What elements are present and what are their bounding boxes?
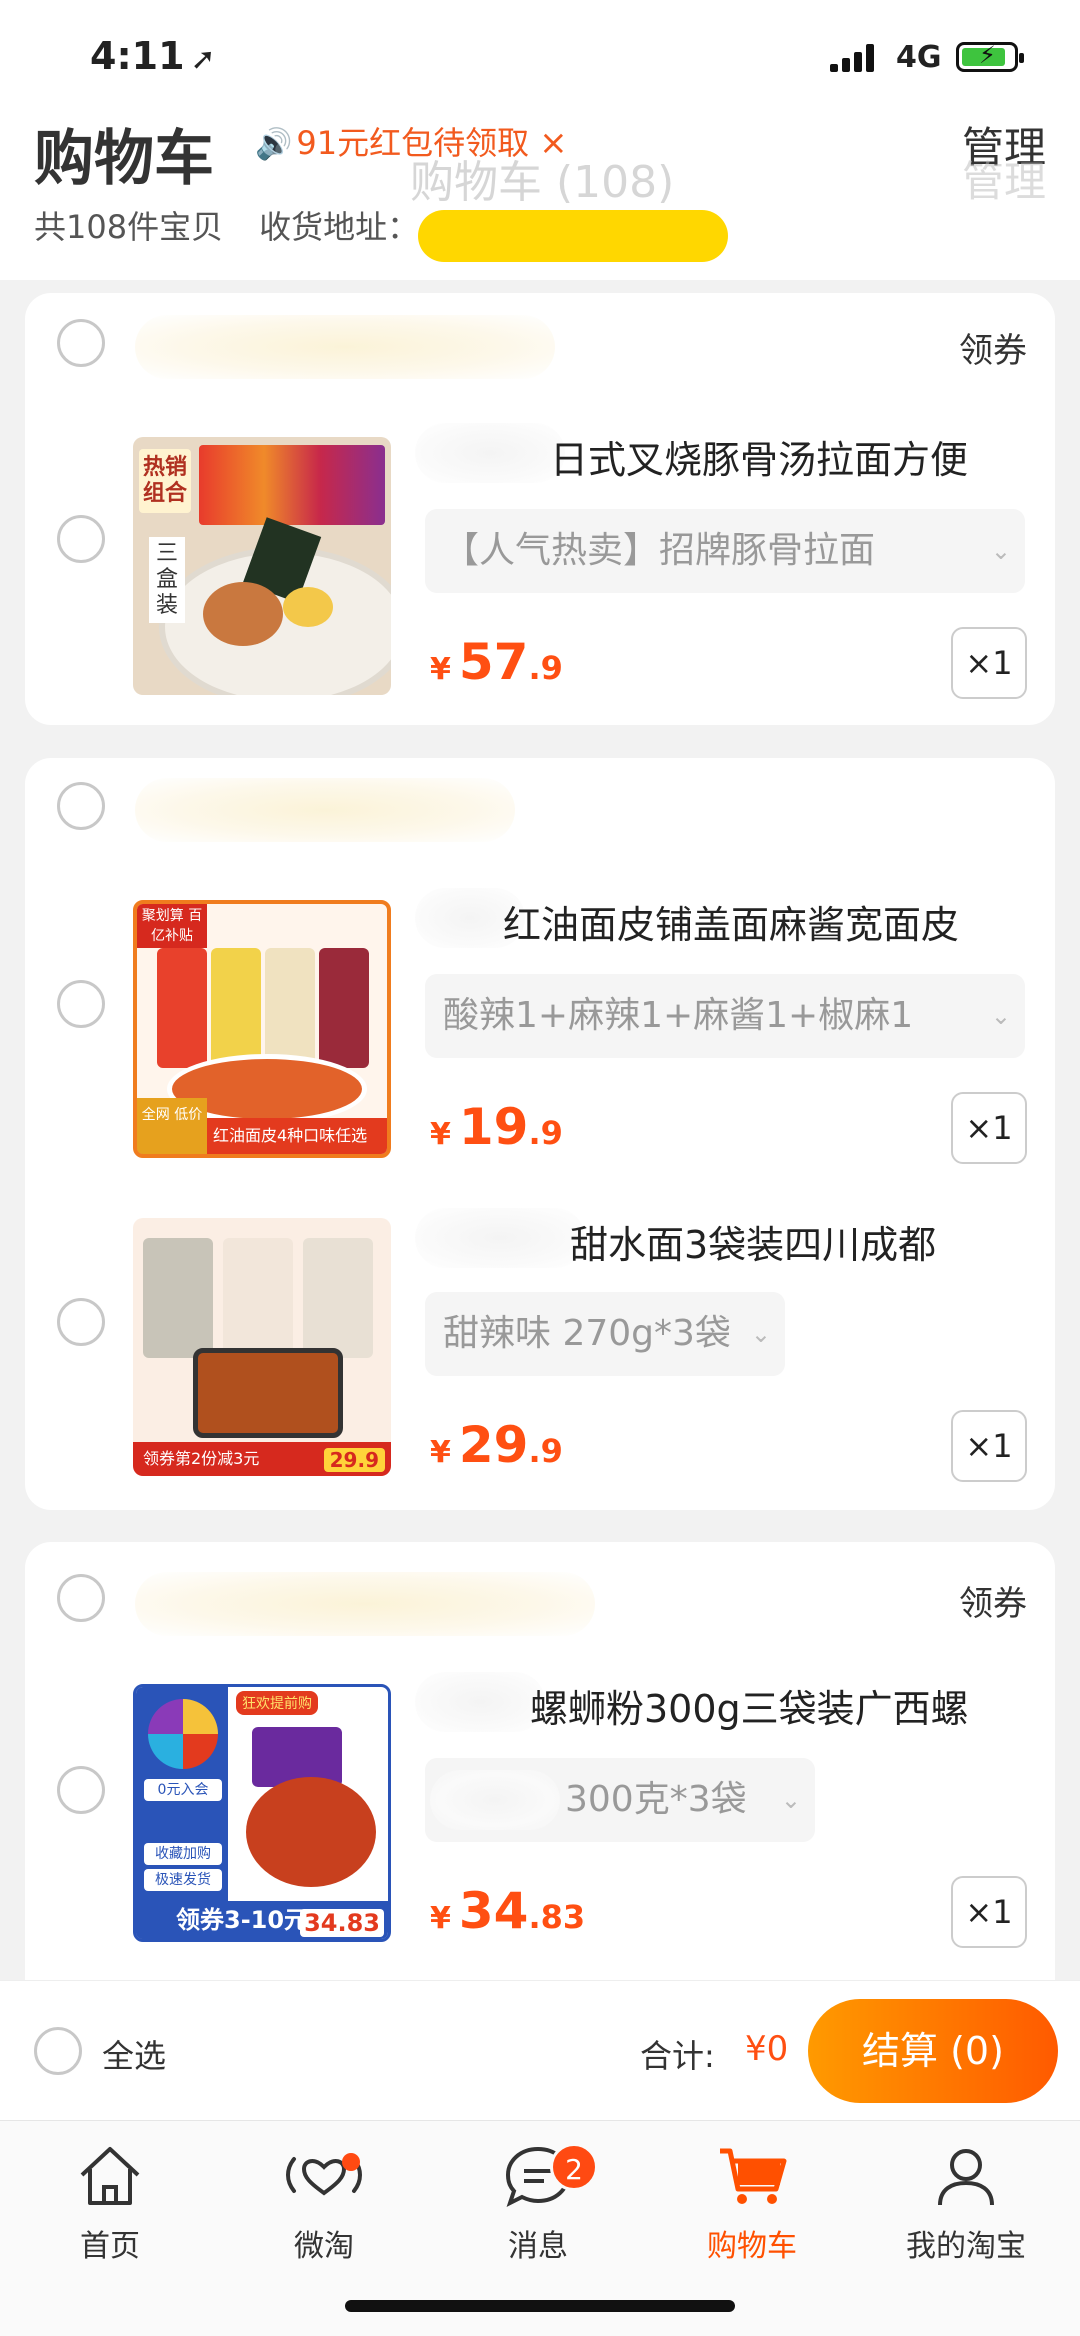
item-count: 共108件宝贝 xyxy=(34,208,224,246)
chevron-down-icon: ⌄ xyxy=(990,537,1011,565)
shop-name[interactable] xyxy=(135,778,515,842)
item-checkbox[interactable] xyxy=(57,515,105,563)
product-image[interactable]: 领券第2份减3元 29.9 xyxy=(133,1218,391,1476)
tab-label: 首页 xyxy=(80,2229,140,2264)
shop-card: 聚划算 百亿补贴 红油面皮4种口味任选 全网 低价 红油面皮铺盖面麻酱宽面皮 酸… xyxy=(25,758,1055,1510)
checkout-button[interactable]: 结算 (0) xyxy=(808,1999,1058,2103)
status-bar: 4:11 ➚ 4G ⚡ xyxy=(0,0,1080,110)
message-badge: 2 xyxy=(550,2143,598,2191)
select-all-checkbox[interactable] xyxy=(34,2027,82,2075)
cart-header: 购物车 🔊 91元红包待领取 × 购物车 (108) 管理 管理 共108件宝贝 收货… xyxy=(0,110,1080,280)
chevron-down-icon: ⌄ xyxy=(990,1002,1011,1030)
product-image[interactable]: 热销组合 三盒装 xyxy=(133,437,391,695)
shop-checkbox[interactable] xyxy=(57,1574,105,1622)
home-icon xyxy=(10,2131,210,2221)
sku-redaction xyxy=(430,1770,560,1830)
product-price: ¥19.9 xyxy=(430,1098,563,1156)
tab-weitao[interactable]: 微淘 xyxy=(224,2131,424,2265)
chevron-down-icon: ⌄ xyxy=(750,1320,771,1348)
product-image[interactable]: 聚划算 百亿补贴 红油面皮4种口味任选 全网 低价 xyxy=(133,900,391,1158)
total-value: ¥0 xyxy=(745,2029,789,2069)
status-time: 4:11 ➚ xyxy=(90,34,216,78)
coupon-button[interactable]: 领券 xyxy=(959,323,1027,372)
product-price: ¥29.9 xyxy=(430,1416,563,1474)
item-checkbox[interactable] xyxy=(57,1298,105,1346)
tab-label: 微淘 xyxy=(294,2229,354,2264)
shop-card: 领券 0元入会 收藏加购 极速发货 狂欢提前购 领券3-10元 34.83 螺蛳… xyxy=(25,1542,1055,1982)
ghost-title: 购物车 (108) xyxy=(410,157,675,208)
select-all-label[interactable]: 全选 xyxy=(102,2031,166,2077)
quantity-stepper[interactable]: ×1 xyxy=(951,1876,1027,1948)
total-label: 合计: xyxy=(640,2037,715,2075)
quantity-stepper[interactable]: ×1 xyxy=(951,627,1027,699)
shop-checkbox[interactable] xyxy=(57,782,105,830)
title-redaction xyxy=(415,423,565,483)
manage-ghost: 管理 xyxy=(961,157,1046,206)
location-arrow-icon: ➚ xyxy=(190,42,216,77)
title-redaction xyxy=(415,1208,585,1268)
coupon-button[interactable]: 领券 xyxy=(959,1576,1027,1625)
signal-icon xyxy=(830,44,876,72)
address-redaction xyxy=(418,210,728,262)
tab-cart[interactable]: 购物车 xyxy=(652,2131,852,2265)
tab-home[interactable]: 首页 xyxy=(10,2131,210,2265)
sku-selector[interactable]: 【人气热卖】招牌豚骨拉面 ⌄ xyxy=(425,509,1025,593)
shop-name[interactable] xyxy=(135,1572,595,1636)
item-checkbox[interactable] xyxy=(57,980,105,1028)
notification-dot xyxy=(342,2153,360,2171)
shop-card: 领券 热销组合 三盒装 日式叉烧豚骨汤拉面方便 【人气热卖】招牌豚骨拉面 ⌄ ¥5… xyxy=(25,293,1055,725)
cart-icon xyxy=(652,2131,852,2221)
tab-label: 我的淘宝 xyxy=(906,2229,1026,2264)
product-image[interactable]: 0元入会 收藏加购 极速发货 狂欢提前购 领券3-10元 34.83 xyxy=(133,1684,391,1942)
shop-name[interactable] xyxy=(135,315,555,379)
message-icon: 2 xyxy=(438,2131,638,2221)
item-checkbox[interactable] xyxy=(57,1766,105,1814)
quantity-stepper[interactable]: ×1 xyxy=(951,1410,1027,1482)
profile-icon xyxy=(866,2131,1066,2221)
battery-icon: ⚡ xyxy=(956,41,1024,72)
chevron-down-icon: ⌄ xyxy=(780,1786,801,1814)
shop-checkbox[interactable] xyxy=(57,319,105,367)
title-redaction xyxy=(415,1672,545,1732)
page-title: 购物车 xyxy=(34,124,214,194)
tab-label: 购物车 xyxy=(707,2229,797,2264)
home-indicator[interactable] xyxy=(345,2300,735,2312)
quantity-stepper[interactable]: ×1 xyxy=(951,1092,1027,1164)
sku-selector[interactable]: 酸辣1+麻辣1+麻酱1+椒麻1 ⌄ xyxy=(425,974,1025,1058)
product-price: ¥34.83 xyxy=(430,1882,586,1940)
speaker-icon: 🔊 xyxy=(255,127,293,162)
tab-label: 消息 xyxy=(508,2229,568,2264)
product-title[interactable]: 螺蛳粉300g三袋装广西螺 xyxy=(530,1678,969,1733)
product-title[interactable]: 日式叉烧豚骨汤拉面方便 xyxy=(550,429,968,484)
sku-selector[interactable]: 甜辣味 270g*3袋 ⌄ xyxy=(425,1292,785,1376)
weitao-icon xyxy=(224,2131,424,2221)
product-title[interactable]: 甜水面3袋装四川成都 xyxy=(570,1214,936,1269)
product-title[interactable]: 红油面皮铺盖面麻酱宽面皮 xyxy=(503,894,959,949)
tab-profile[interactable]: 我的淘宝 xyxy=(866,2131,1066,2265)
tab-messages[interactable]: 2 消息 xyxy=(438,2131,638,2265)
network-type: 4G xyxy=(896,40,942,75)
product-price: ¥57.9 xyxy=(430,633,563,691)
checkout-bar: 全选 合计: ¥0 结算 (0) xyxy=(0,1980,1080,2120)
